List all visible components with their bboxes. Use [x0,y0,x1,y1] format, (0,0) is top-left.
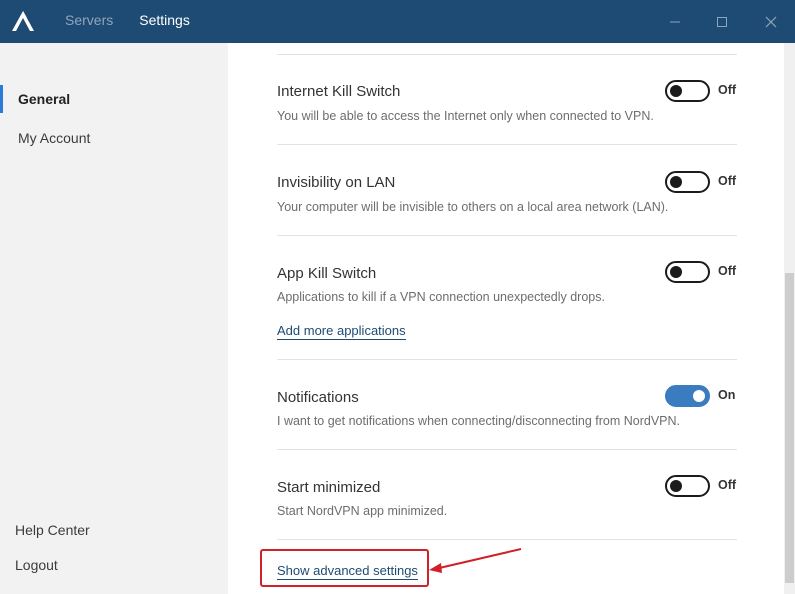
scrollbar-thumb[interactable] [785,273,794,583]
start-minimized-desc: Start NordVPN app minimized. [277,504,448,518]
notifications-desc: I want to get notifications when connect… [277,414,680,428]
sidebar-item-label: Logout [15,557,58,573]
annotation-arrow-icon [429,548,522,573]
toggle-knob [670,480,682,492]
app-kill-switch-state: Off [718,264,737,278]
minimize-icon[interactable] [650,0,700,43]
start-minimized-state: Off [718,478,737,492]
sidebar-item-help-center[interactable]: Help Center [0,514,228,546]
close-icon[interactable] [746,0,795,43]
add-more-applications-link[interactable]: Add more applications [277,323,406,340]
toggle-knob [670,85,682,97]
invisibility-lan-desc: Your computer will be invisible to other… [277,200,669,214]
divider [277,54,737,55]
internet-kill-switch-desc: You will be able to access the Internet … [277,109,654,123]
settings-panel: Internet Kill Switch You will be able to… [228,43,784,594]
notifications-toggle[interactable] [665,385,710,407]
toggle-knob [693,390,705,402]
nordvpn-logo-icon[interactable] [9,6,39,34]
maximize-icon[interactable] [697,0,747,43]
annotation-highlight-box [260,549,429,587]
divider [277,235,737,236]
sidebar-item-logout[interactable]: Logout [0,549,228,581]
sidebar: General My Account Help Center Logout [0,43,228,594]
notifications-title: Notifications [277,389,359,406]
internet-kill-switch-title: Internet Kill Switch [277,83,401,100]
divider [277,449,737,450]
app-kill-switch-title: App Kill Switch [277,265,377,282]
invisibility-lan-title: Invisibility on LAN [277,174,396,191]
internet-kill-switch-state: Off [718,83,737,97]
app-kill-switch-desc: Applications to kill if a VPN connection… [277,290,605,304]
active-indicator [0,85,3,113]
start-minimized-title: Start minimized [277,479,381,496]
nav-settings-tab[interactable]: Settings [139,12,190,28]
invisibility-lan-toggle[interactable] [665,171,710,193]
invisibility-lan-state: Off [718,174,737,188]
divider [277,359,737,360]
sidebar-item-label: Help Center [15,522,90,538]
sidebar-item-label: General [18,91,71,107]
toggle-knob [670,266,682,278]
divider [277,144,737,145]
sidebar-item-my-account[interactable]: My Account [0,122,228,154]
nav-servers-tab[interactable]: Servers [65,12,113,28]
sidebar-item-general[interactable]: General [0,83,228,115]
scrollbar[interactable] [784,43,795,594]
app-kill-switch-toggle[interactable] [665,261,710,283]
notifications-state: On [718,388,736,402]
top-nav: Servers Settings [65,12,190,28]
internet-kill-switch-toggle[interactable] [665,80,710,102]
title-bar: Servers Settings [0,0,795,43]
start-minimized-toggle[interactable] [665,475,710,497]
sidebar-item-label: My Account [18,130,91,146]
toggle-knob [670,176,682,188]
divider [277,539,737,540]
